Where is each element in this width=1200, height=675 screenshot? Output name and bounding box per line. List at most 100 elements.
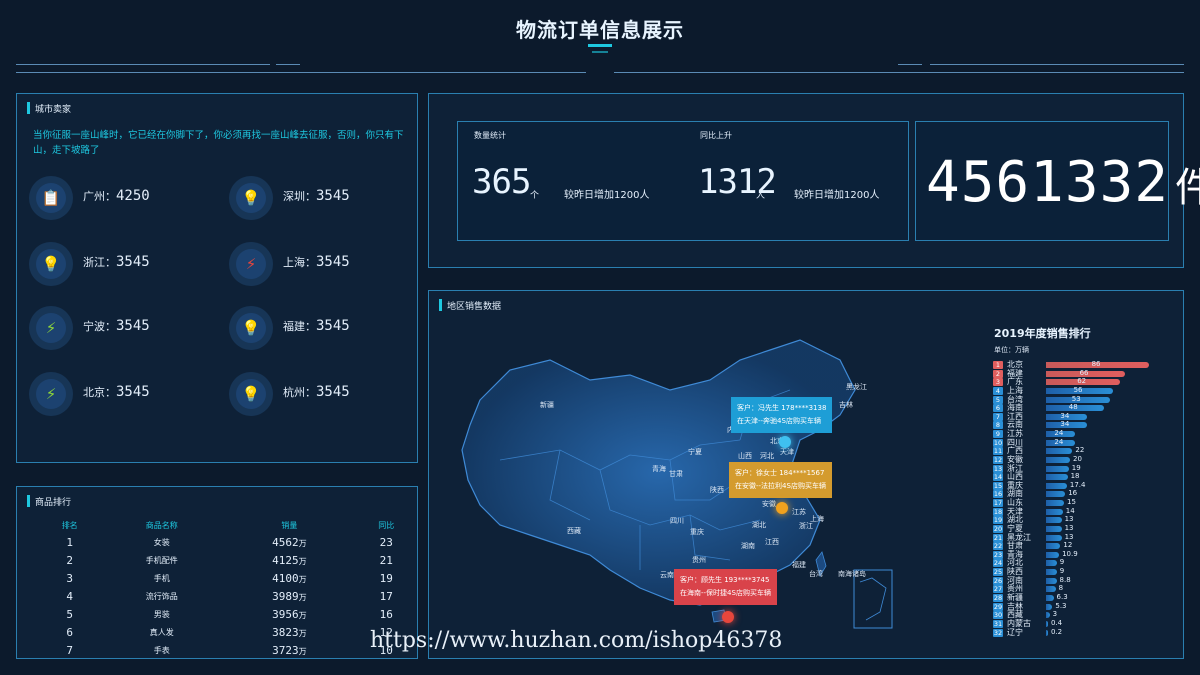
bar-rank-index: 14 [993,473,1003,482]
column-header-yoy: 同比 [378,520,395,530]
title-accent-secondary [592,51,608,53]
bar-value-label: 56 [1073,385,1083,394]
yoy-cell: 21 [379,553,393,567]
bar [1046,586,1056,593]
yoy-label: 同比上升 [700,131,732,140]
bar [1046,569,1057,576]
rank-cell: 5 [66,607,73,621]
total-number: 4561332 [926,150,1170,215]
bar-rank-index: 30 [993,611,1003,620]
bar-rank-index: 7 [993,412,1003,421]
bar-rank-index: 4 [993,386,1003,395]
tooltip-line: 在海南--保时捷4S店购买车辆 [680,589,771,597]
bar-value-label: 5.3 [1055,601,1067,610]
city-item: 💡 深圳：3545 [229,176,409,220]
sales-unit: 万 [298,610,307,620]
bar-rank-index: 10 [993,438,1003,447]
province-label: 宁夏 [688,448,702,456]
province-label: 重庆 [690,528,704,536]
bar-rank-index: 2 [993,369,1003,378]
count-label: 数量统计 [474,131,506,140]
table-row: 2 手机配件 4125万 21 [39,551,417,569]
bar-rank-index: 13 [993,464,1003,473]
table-row: 3 手机 4100万 19 [39,569,417,587]
bulb-icon: 💡 [36,249,66,279]
province-label: 黑龙江 [846,383,867,391]
icon-badge: ⚡ [29,306,73,350]
name-cell: 手机 [153,573,170,583]
yoy-unit: 人 [756,191,766,201]
column-header-name: 商品名称 [145,520,178,530]
bar-rank-index: 21 [993,533,1003,542]
header-line [276,64,300,65]
bar-rank-index: 29 [993,602,1003,611]
count-unit: 个 [530,191,540,201]
tooltip-line: 客户：顾先生 193****3745 [680,576,770,584]
sales-unit: 万 [298,628,307,638]
city-label: 广州：4250 [83,188,150,204]
bar-value-label: 24 [1054,437,1064,446]
bar [1046,577,1057,584]
yoy-cell: 23 [379,535,393,549]
province-label: 贵州 [692,556,706,564]
city-value: 4250 [116,188,150,204]
sales-unit: 万 [298,592,307,602]
total-unit: 件 [1175,165,1200,211]
bar [1046,595,1054,601]
city-name: 北京： [83,386,116,399]
city-value: 3545 [116,254,150,270]
province-label: 河北 [760,452,774,460]
province-label: 江苏 [792,508,806,516]
province-label: 西藏 [567,527,581,535]
name-cell: 真人发 [149,627,174,637]
bulb-icon: 💡 [236,313,266,343]
bar [1046,508,1063,515]
bar-value-label: 48 [1068,403,1078,412]
bar-rank-index: 18 [993,507,1003,516]
stats-box: 数量统计 365 个 较昨日增加1200人 同比上升 1312 人 较昨日增加1… [457,121,909,241]
bar [1046,517,1062,524]
sales-value: 4562 [272,535,299,549]
bar [1046,603,1053,610]
rank-cell: 4 [66,589,73,603]
city-name: 宁波： [83,320,116,333]
sales-value: 3956 [272,607,299,621]
province-label: 安徽 [762,500,776,508]
province-label: 青海 [652,465,666,473]
province-label: 四川 [670,517,684,525]
province-label: 吉林 [839,401,853,409]
bar [1046,525,1062,532]
bar-rank-index: 25 [993,568,1003,577]
city-item: 💡 浙江：3545 [29,242,209,286]
bar-rank-index: 28 [993,594,1003,602]
bar-value-label: 13 [1064,515,1074,524]
sales-value: 4125 [272,553,299,567]
bar-rank-index: 32 [993,628,1003,637]
table-row: 7 手表 3723万 10 [39,641,417,659]
bar-category-label: 上海 [1007,385,1023,395]
bar-rank-index: 1 [993,361,1003,369]
province-label: 天津 [780,448,794,456]
province-label: 江西 [765,538,779,546]
province-label: 新疆 [540,401,554,409]
city-item: ⚡ 上海：3545 [229,242,409,286]
bar-rank-index: 20 [993,524,1003,533]
city-sellers-panel: 城市卖家 当你征服一座山峰时，它已经在你脚下了，你必须再找一座山峰去征服，否则，… [16,93,418,463]
city-value: 3545 [116,318,150,334]
icon-badge: 💡 [29,242,73,286]
lightning-icon: ⚡ [236,249,266,279]
sales-unit: 万 [298,538,307,548]
south-sea-islands-outline [859,577,887,621]
name-cell: 流行饰品 [145,591,178,601]
city-item: 💡 杭州：3545 [229,372,409,416]
stats-panel: 数量统计 365 个 较昨日增加1200人 同比上升 1312 人 较昨日增加1… [428,93,1200,268]
city-name: 广州： [83,190,116,203]
city-label: 浙江：3545 [83,254,150,270]
sales-cell: 4562万 [223,533,355,551]
table-row: 6 真人发 3823万 12 [39,623,417,641]
city-item: ⚡ 宁波：3545 [29,306,209,350]
icon-badge: 📋 [29,176,73,220]
bar [1046,448,1073,455]
province-label: 福建 [792,561,806,569]
header-line [16,72,586,73]
